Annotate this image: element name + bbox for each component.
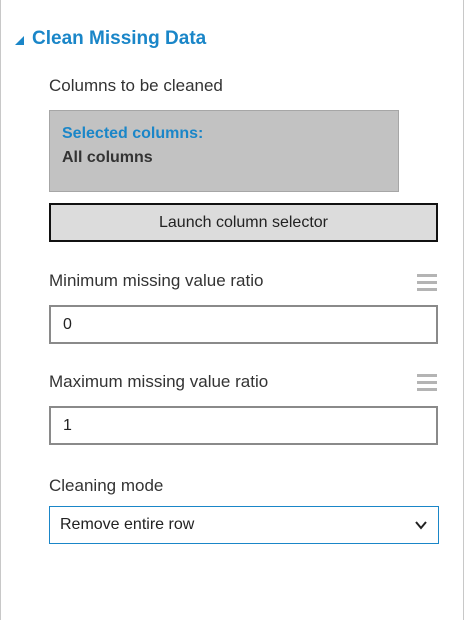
cleaning-mode-selected-value: Remove entire row [60, 516, 195, 533]
selected-columns-value: All columns [62, 149, 153, 166]
max-ratio-label: Maximum missing value ratio [49, 372, 269, 391]
launch-column-selector-button[interactable]: Launch column selector [49, 203, 438, 242]
properties-panel: Clean Missing Data Columns to be cleaned… [0, 0, 464, 620]
chevron-down-icon [415, 521, 427, 530]
max-ratio-input[interactable]: 1 [49, 406, 438, 445]
cleaning-mode-label: Cleaning mode [49, 476, 164, 495]
min-ratio-menu-icon[interactable] [417, 274, 437, 292]
section-header-clean-missing-data[interactable]: Clean Missing Data [15, 28, 206, 50]
selected-columns-title: Selected columns: [62, 125, 204, 142]
selected-columns-box: Selected columns: All columns [49, 110, 399, 192]
columns-to-clean-label: Columns to be cleaned [49, 76, 223, 95]
cleaning-mode-select[interactable]: Remove entire row [49, 506, 439, 544]
min-ratio-label: Minimum missing value ratio [49, 271, 264, 290]
collapse-triangle-icon[interactable] [15, 35, 24, 45]
min-ratio-input[interactable]: 0 [49, 305, 438, 344]
max-ratio-menu-icon[interactable] [417, 374, 437, 392]
section-title: Clean Missing Data [32, 28, 207, 49]
